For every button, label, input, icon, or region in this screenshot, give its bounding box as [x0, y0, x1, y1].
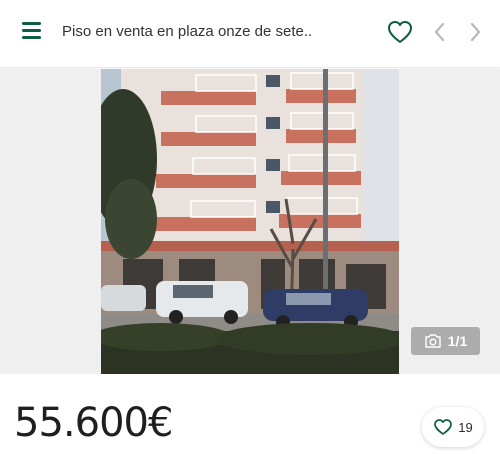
heart-outline-icon [434, 419, 453, 435]
listing-title: Piso en venta en plaza onze de sete... [62, 23, 312, 40]
favorite-button[interactable] [386, 19, 414, 45]
favorites-count-button[interactable]: 19 [422, 407, 484, 447]
camera-icon [425, 334, 441, 348]
chevron-right-icon [470, 22, 481, 42]
listing-photo[interactable] [101, 69, 399, 374]
price-section: 55.600€ 19 [0, 374, 500, 454]
hamburger-icon-line [22, 36, 41, 39]
hamburger-icon-line [22, 29, 41, 32]
hamburger-menu-button[interactable] [22, 22, 46, 42]
photo-gallery: 1/1 [0, 69, 500, 374]
heart-outline-icon [388, 21, 412, 43]
photo-counter-text: 1/1 [447, 333, 468, 349]
listing-price: 55.600€ [14, 400, 173, 446]
next-listing-button[interactable] [465, 20, 485, 44]
hamburger-icon-line [22, 22, 41, 25]
photo-counter-badge[interactable]: 1/1 [411, 327, 480, 355]
top-bar: Piso en venta en plaza onze de sete... [0, 0, 500, 68]
chevron-left-icon [434, 22, 445, 42]
favorites-count: 19 [458, 419, 473, 435]
previous-listing-button[interactable] [430, 20, 450, 44]
building-photo-illustration [101, 69, 399, 374]
